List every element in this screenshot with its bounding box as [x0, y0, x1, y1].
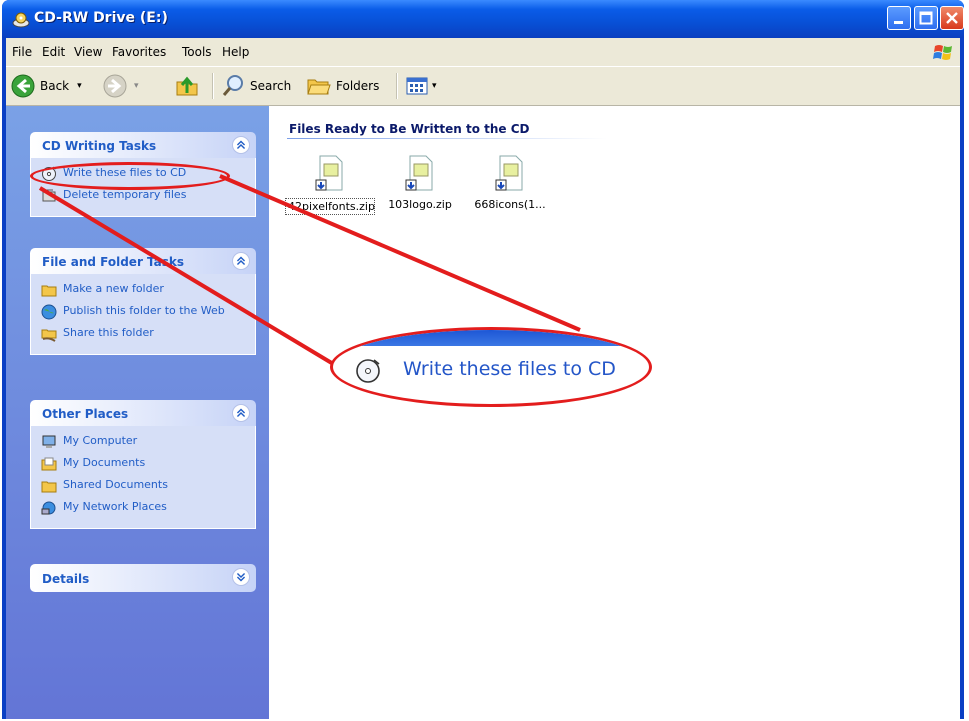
zoom-callout: Write these files to CD — [330, 327, 652, 407]
annotation-oval — [30, 162, 230, 190]
cd-burn-icon — [356, 359, 380, 383]
callout-header-band — [333, 330, 649, 346]
callout-label: Write these files to CD — [403, 358, 616, 380]
